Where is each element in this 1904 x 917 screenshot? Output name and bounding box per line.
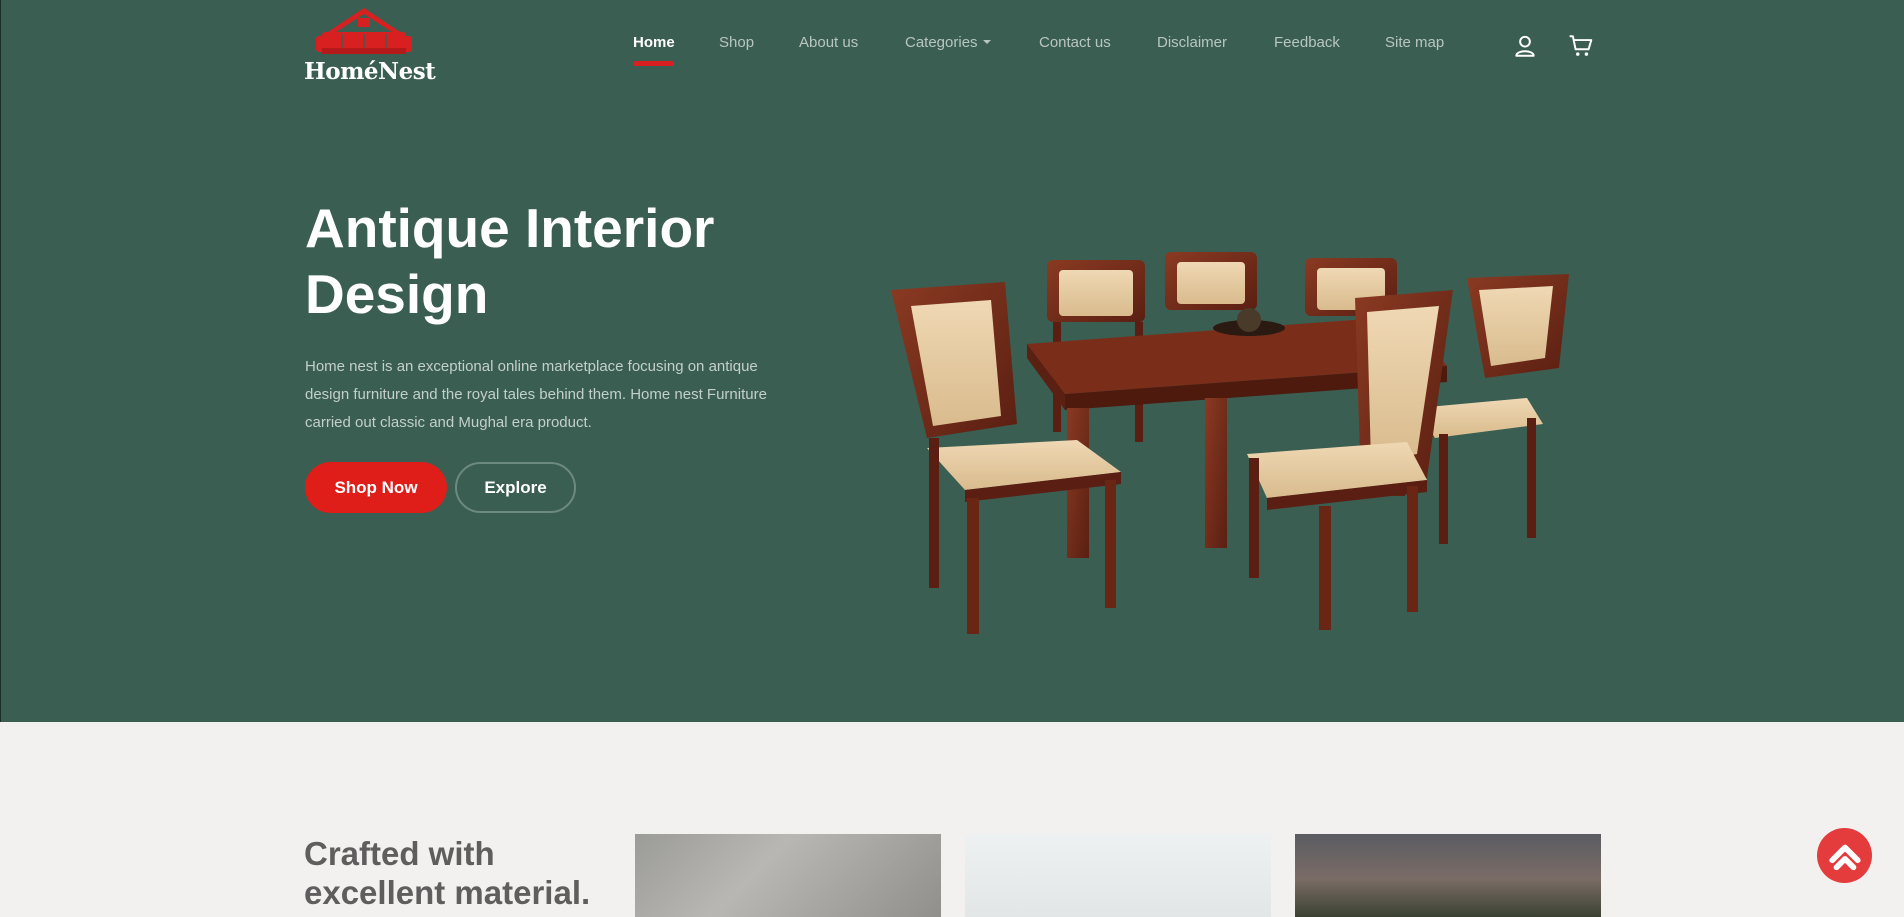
chevron-up-icon	[1828, 844, 1861, 870]
material-image-concrete	[635, 834, 941, 917]
nav-categories[interactable]: Categories	[905, 34, 991, 51]
material-image-light	[965, 834, 1271, 917]
logo[interactable]: HoméNest	[304, 6, 436, 85]
explore-button[interactable]: Explore	[455, 462, 576, 513]
cart-icon[interactable]	[1568, 33, 1594, 59]
chair-back-2	[1165, 252, 1257, 310]
nav-feedback[interactable]: Feedback	[1274, 34, 1340, 51]
sofa-house-logo-icon	[316, 8, 412, 54]
nav-disclaimer[interactable]: Disclaimer	[1157, 34, 1227, 51]
hero-title: Antique Interior Design	[305, 197, 715, 325]
nav-home[interactable]: Home	[633, 34, 675, 51]
scroll-to-top-button[interactable]	[1817, 828, 1872, 883]
hero-description: Home nest is an exceptional online marke…	[305, 358, 767, 431]
nav-about[interactable]: About us	[799, 34, 858, 51]
material-image-street	[1295, 834, 1601, 917]
dining-set-image	[891, 252, 1569, 634]
caret-down-icon	[982, 40, 991, 44]
chair-front-left	[891, 282, 1121, 634]
nav-contact[interactable]: Contact us	[1039, 34, 1111, 51]
nav-categories-label: Categories	[905, 34, 978, 51]
hero-section: HoméNest Home Shop About us Categories C…	[0, 0, 1904, 722]
nav-shop[interactable]: Shop	[719, 34, 754, 51]
section-heading: Crafted with excellent material.	[304, 835, 591, 911]
logo-wordmark: HoméNest	[304, 58, 436, 85]
user-icon[interactable]	[1512, 33, 1538, 59]
shop-now-button[interactable]: Shop Now	[305, 462, 447, 513]
nav-sitemap[interactable]: Site map	[1385, 34, 1444, 51]
active-nav-indicator	[633, 61, 674, 66]
